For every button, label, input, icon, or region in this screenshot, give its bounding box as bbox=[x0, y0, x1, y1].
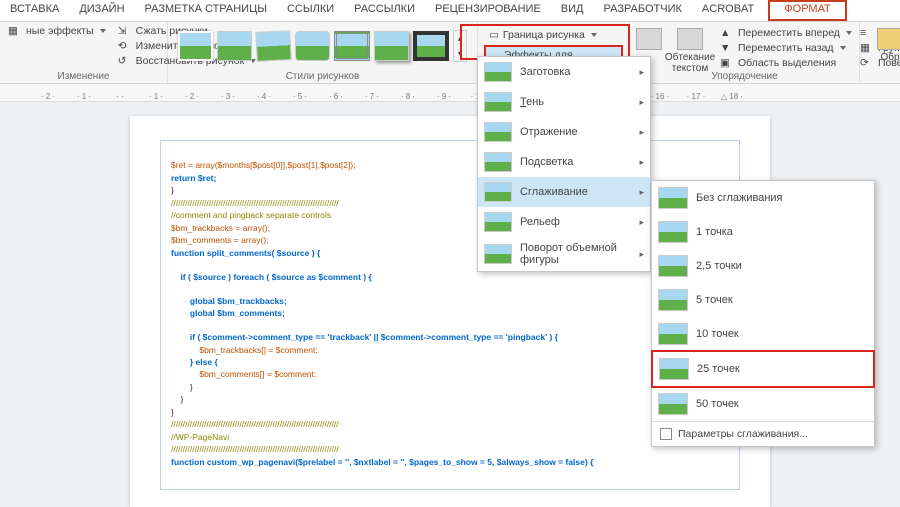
forward-icon: ▲ bbox=[720, 27, 734, 39]
code-line: //WP-PageNavi bbox=[171, 432, 229, 442]
soft-edges-icon bbox=[484, 182, 512, 202]
code-line: } bbox=[171, 394, 183, 404]
code-line: return $ret; bbox=[171, 173, 216, 183]
style-thumb[interactable] bbox=[178, 31, 213, 61]
softedge-icon bbox=[659, 358, 689, 380]
soft-edge-10pt[interactable]: 10 точек bbox=[652, 317, 874, 351]
preset-icon bbox=[484, 62, 512, 82]
border-icon: ▭ bbox=[489, 29, 499, 41]
tab-mailings[interactable]: РАССЫЛКИ bbox=[344, 0, 425, 21]
code-line: } else { bbox=[171, 357, 218, 367]
code-line: //comment and pingback separate controls bbox=[171, 210, 331, 220]
ribbon-body: ▦ные эффекты ⇲Сжать рисунки ⟲Изменить ри… bbox=[0, 22, 900, 84]
style-thumb[interactable] bbox=[295, 31, 330, 61]
softedge-icon bbox=[658, 393, 688, 415]
code-line: $bm_comments[] = $comment; bbox=[171, 369, 316, 379]
group-label-adjust: Изменение bbox=[0, 71, 167, 82]
tab-review[interactable]: РЕЦЕНЗИРОВАНИЕ bbox=[425, 0, 551, 21]
tab-references[interactable]: ССЫЛКИ bbox=[277, 0, 344, 21]
change-picture-icon: ⟲ bbox=[118, 40, 132, 52]
softedge-icon bbox=[658, 221, 688, 243]
gallery-more-button[interactable]: ▴▾ bbox=[453, 30, 467, 62]
code-line: global $bm_trackbacks; bbox=[171, 296, 287, 306]
bevel-icon bbox=[484, 212, 512, 232]
menu-item-preset[interactable]: Заготовка▸ bbox=[478, 57, 650, 87]
menu-item-soft-edges[interactable]: Сглаживание▸ bbox=[478, 177, 650, 207]
style-thumb[interactable] bbox=[374, 31, 409, 61]
code-line: $ret = array($months[$post[0]],$post[1],… bbox=[171, 160, 356, 170]
code-line: } bbox=[171, 407, 174, 417]
softedge-icon bbox=[658, 187, 688, 209]
position-icon bbox=[636, 28, 662, 50]
selection-icon: ▣ bbox=[720, 57, 734, 69]
soft-edge-50pt[interactable]: 50 точек bbox=[652, 387, 874, 421]
submenu-arrow-icon: ▸ bbox=[639, 67, 644, 78]
soft-edge-25pt[interactable]: 25 точек bbox=[651, 350, 875, 388]
tab-developer[interactable]: РАЗРАБОТЧИК bbox=[594, 0, 692, 21]
tab-format[interactable]: ФОРМАТ bbox=[768, 0, 847, 21]
crop-button[interactable]: Обр bbox=[866, 24, 900, 63]
picture-styles-gallery[interactable]: ▴▾ bbox=[174, 24, 471, 62]
softedge-icon bbox=[658, 323, 688, 345]
style-thumb[interactable] bbox=[413, 31, 449, 61]
tab-insert[interactable]: ВСТАВКА bbox=[0, 0, 69, 21]
picture-border-button[interactable]: ▭Граница рисунка bbox=[484, 26, 623, 44]
wrap-icon bbox=[677, 28, 703, 50]
style-thumb[interactable] bbox=[217, 31, 252, 61]
artistic-effects-button[interactable]: ▦ные эффекты bbox=[6, 24, 108, 38]
reset-icon: ↺ bbox=[118, 55, 132, 67]
softedge-icon bbox=[658, 255, 688, 277]
code-line: ////////////////////////////////////////… bbox=[171, 198, 339, 208]
code-line: } bbox=[171, 382, 193, 392]
code-line: ////////////////////////////////////////… bbox=[171, 444, 339, 454]
code-line: $bm_comments = array(); bbox=[171, 235, 269, 245]
tab-acrobat[interactable]: ACROBAT bbox=[692, 0, 764, 21]
wrap-text-button[interactable]: Обтекание текстом bbox=[666, 24, 714, 74]
style-thumb[interactable] bbox=[334, 31, 370, 61]
code-line: function split_comments( $source ) { bbox=[171, 248, 320, 258]
tab-design[interactable]: ДИЗАЙН bbox=[69, 0, 134, 21]
code-line: if ( $comment->comment_type == 'trackbac… bbox=[171, 332, 558, 342]
picture-effects-menu: Заготовка▸ Тень▸ Отражение▸ Подсветка▸ С… bbox=[477, 56, 651, 272]
menu-item-glow[interactable]: Подсветка▸ bbox=[478, 147, 650, 177]
tab-page-layout[interactable]: РАЗМЕТКА СТРАНИЦЫ bbox=[135, 0, 277, 21]
reflection-icon bbox=[484, 122, 512, 142]
menu-item-reflection[interactable]: Отражение▸ bbox=[478, 117, 650, 147]
compress-icon: ⇲ bbox=[118, 25, 132, 37]
effects-icon: ▦ bbox=[8, 25, 22, 37]
code-line: if ( $source ) foreach ( $source as $com… bbox=[171, 272, 372, 282]
soft-edges-options[interactable]: Параметры сглаживания... bbox=[652, 421, 874, 446]
menu-item-shadow[interactable]: Тень▸ bbox=[478, 87, 650, 117]
menu-item-3d-rotation[interactable]: Поворот объемной фигуры▸ bbox=[478, 237, 650, 271]
code-line: ////////////////////////////////////////… bbox=[171, 419, 339, 429]
bring-forward-button[interactable]: ▲Переместить вперед bbox=[718, 26, 854, 40]
send-backward-button[interactable]: ▼Переместить назад bbox=[718, 41, 854, 55]
soft-edge-none[interactable]: Без сглаживания bbox=[652, 181, 874, 215]
backward-icon: ▼ bbox=[720, 42, 734, 54]
horizontal-ruler: · 2 ·· 1 ·· ·· 1 ·· 2 ·· 3 ·· 4 ·· 5 ·· … bbox=[0, 84, 900, 102]
options-icon bbox=[660, 428, 672, 440]
crop-icon bbox=[877, 28, 900, 50]
code-line: global $bm_comments; bbox=[171, 308, 285, 318]
soft-edges-gallery: Без сглаживания 1 точка 2,5 точки 5 точе… bbox=[651, 180, 875, 447]
shadow-icon bbox=[484, 92, 512, 112]
menu-item-bevel[interactable]: Рельеф▸ bbox=[478, 207, 650, 237]
group-label-styles: Стили рисунков bbox=[168, 71, 477, 82]
soft-edge-1pt[interactable]: 1 точка bbox=[652, 215, 874, 249]
code-line: function custom_wp_pagenavi($prelabel = … bbox=[171, 457, 593, 467]
tab-view[interactable]: ВИД bbox=[551, 0, 594, 21]
softedge-icon bbox=[658, 289, 688, 311]
code-line: } bbox=[171, 185, 174, 195]
group-label-arrange: Упорядочение bbox=[630, 71, 859, 82]
code-line: $bm_trackbacks[] = $comment; bbox=[171, 345, 318, 355]
soft-edge-2-5pt[interactable]: 2,5 точки bbox=[652, 249, 874, 283]
code-line: $bm_trackbacks = array(); bbox=[171, 223, 270, 233]
selection-pane-button[interactable]: ▣Область выделения bbox=[718, 56, 854, 70]
style-thumb[interactable] bbox=[256, 30, 293, 62]
rotation-3d-icon bbox=[484, 244, 512, 264]
soft-edge-5pt[interactable]: 5 точек bbox=[652, 283, 874, 317]
ribbon-tabs: ВСТАВКА ДИЗАЙН РАЗМЕТКА СТРАНИЦЫ ССЫЛКИ … bbox=[0, 0, 900, 22]
glow-icon bbox=[484, 152, 512, 172]
